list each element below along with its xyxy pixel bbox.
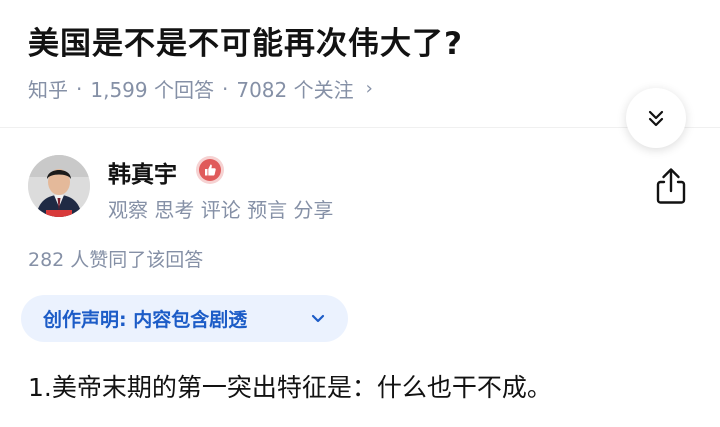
share-icon: [656, 168, 686, 204]
share-button[interactable]: [652, 166, 690, 206]
question-title[interactable]: 美国是不是不可能再次伟大了?: [28, 18, 463, 63]
avatar[interactable]: [28, 155, 90, 217]
thumbs-up-badge-icon: [199, 159, 221, 181]
follower-count: 7082 个关注: [236, 78, 354, 102]
author-badge[interactable]: [196, 156, 224, 184]
divider: [0, 127, 720, 128]
source-label: 知乎: [28, 78, 68, 102]
meta-separator: ·: [221, 76, 229, 101]
creation-declaration-button[interactable]: 创作声明: 内容包含剧透: [21, 295, 348, 342]
chevron-right-icon: ›: [365, 78, 373, 99]
author-name[interactable]: 韩真宇: [108, 155, 177, 189]
voters-count[interactable]: 282 人赞同了该回答: [28, 245, 203, 272]
avatar-photo: [28, 155, 90, 217]
declaration-label: 创作声明: 内容包含剧透: [43, 309, 248, 331]
answer-body-line: 1.美帝末期的第一突出特征是：什么也干不成。: [28, 373, 552, 402]
author-bio: 观察 思考 评论 预言 分享: [108, 198, 334, 222]
chevron-down-icon: [311, 314, 325, 323]
meta-separator: ·: [76, 76, 83, 101]
collapse-button[interactable]: [626, 88, 686, 148]
answer-count: 1,599 个回答: [90, 78, 214, 102]
double-chevron-down-icon: [648, 110, 664, 127]
question-meta[interactable]: 知乎 · 1,599 个回答 · 7082 个关注 ›: [28, 74, 373, 103]
